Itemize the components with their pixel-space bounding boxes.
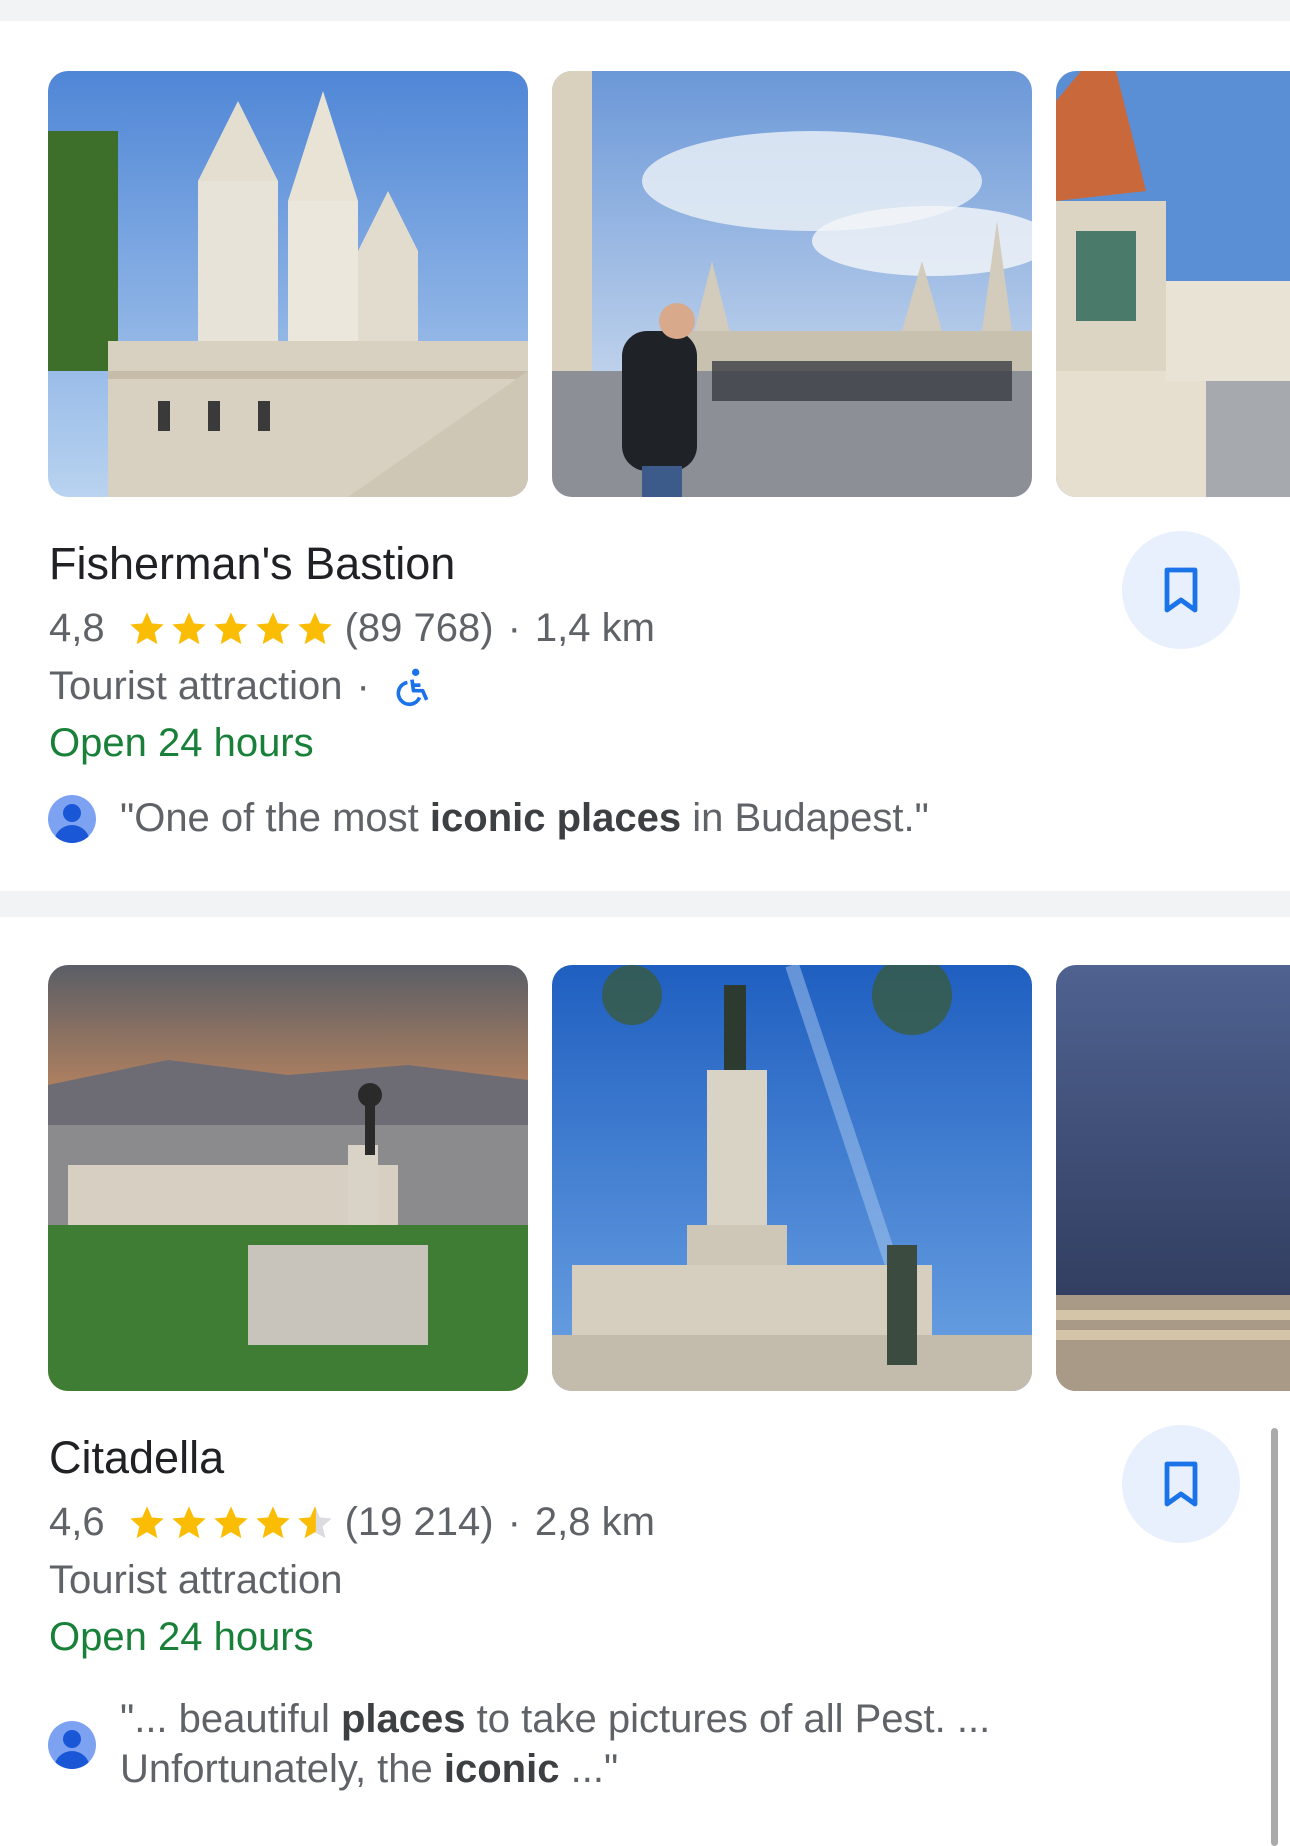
review-count: (19 214) bbox=[344, 1500, 494, 1544]
review-count: (89 768) bbox=[344, 606, 494, 650]
save-button[interactable] bbox=[1122, 531, 1240, 649]
place-name[interactable]: Fisherman's Bastion bbox=[49, 538, 455, 590]
photo-carousel[interactable] bbox=[48, 965, 1290, 1391]
star-icon bbox=[255, 611, 290, 644]
rating-row: 4,6 (19 214) · 2,8 km bbox=[49, 1500, 655, 1545]
user-avatar-icon bbox=[48, 1721, 96, 1769]
review-snippet[interactable]: "One of the most iconic places in Budape… bbox=[48, 795, 1080, 843]
opening-hours: Open 24 hours bbox=[49, 721, 314, 765]
star-icon bbox=[255, 1505, 290, 1538]
place-card-fishermans-bastion[interactable]: Fisherman's Bastion 4,8 (89 768) · 1,4 k… bbox=[0, 0, 1290, 891]
review-snippet[interactable]: "... beautiful places to take pictures o… bbox=[48, 1694, 1080, 1794]
separator-dot: · bbox=[507, 606, 521, 650]
bookmark-icon bbox=[1164, 567, 1198, 613]
scrollbar[interactable] bbox=[1271, 1428, 1278, 1846]
place-photo[interactable] bbox=[48, 71, 528, 497]
star-icon bbox=[129, 611, 164, 644]
place-photo[interactable] bbox=[1056, 71, 1290, 497]
star-icon bbox=[171, 611, 206, 644]
photo-carousel[interactable] bbox=[48, 71, 1290, 497]
place-card-citadella[interactable]: Citadella 4,6 (19 214) · 2,8 km Tourist … bbox=[0, 894, 1290, 1846]
separator-dot: · bbox=[356, 664, 370, 708]
rating-value: 4,6 bbox=[49, 1500, 105, 1544]
place-photo[interactable] bbox=[552, 71, 1032, 497]
place-name[interactable]: Citadella bbox=[49, 1432, 224, 1484]
rating-value: 4,8 bbox=[49, 606, 105, 650]
bookmark-icon bbox=[1164, 1461, 1198, 1507]
distance: 2,8 km bbox=[534, 1500, 655, 1544]
separator-dot: · bbox=[507, 1500, 521, 1544]
distance: 1,4 km bbox=[534, 606, 655, 650]
place-category: Tourist attraction bbox=[49, 1558, 343, 1602]
star-icon bbox=[213, 1505, 248, 1538]
place-photo[interactable] bbox=[552, 965, 1032, 1391]
star-rating bbox=[127, 609, 335, 649]
star-rating bbox=[127, 1503, 335, 1543]
user-avatar-icon bbox=[48, 795, 96, 843]
star-icon bbox=[213, 611, 248, 644]
review-text: "One of the most iconic places in Budape… bbox=[120, 796, 929, 840]
category-row: Tourist attraction · bbox=[49, 664, 434, 709]
save-button[interactable] bbox=[1122, 1425, 1240, 1543]
rating-row: 4,8 (89 768) · 1,4 km bbox=[49, 606, 655, 651]
category-row: Tourist attraction bbox=[49, 1558, 342, 1603]
star-icon bbox=[129, 1505, 164, 1538]
opening-hours: Open 24 hours bbox=[49, 1615, 314, 1659]
review-text: "... beautiful places to take pictures o… bbox=[120, 1697, 991, 1791]
wheelchair-accessible-icon bbox=[396, 668, 429, 706]
place-photo[interactable] bbox=[48, 965, 528, 1391]
half-star-icon bbox=[297, 1505, 332, 1538]
places-list-screen: Fisherman's Bastion 4,8 (89 768) · 1,4 k… bbox=[0, 0, 1290, 1846]
place-category: Tourist attraction bbox=[49, 664, 343, 708]
star-icon bbox=[297, 611, 332, 644]
place-photo[interactable] bbox=[1056, 965, 1290, 1391]
star-icon bbox=[171, 1505, 206, 1538]
